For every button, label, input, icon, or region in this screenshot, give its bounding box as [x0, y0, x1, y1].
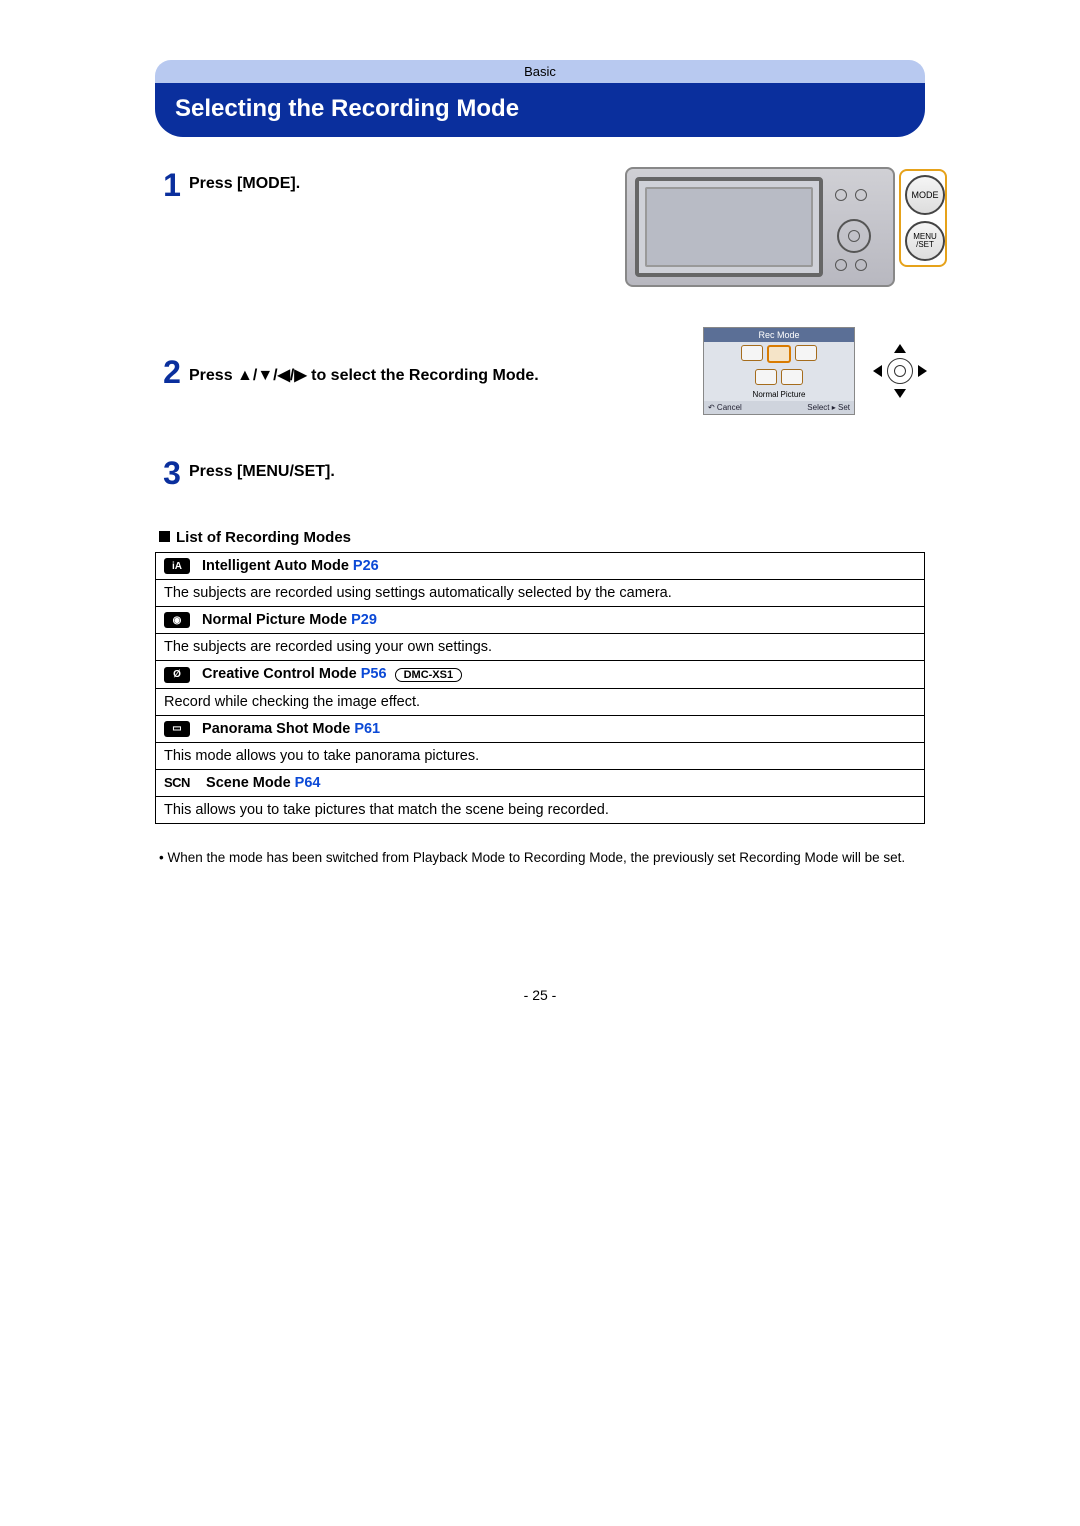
step-number: 2	[155, 354, 189, 388]
page-link[interactable]: P61	[354, 721, 380, 737]
mode-row-desc: This allows you to take pictures that ma…	[156, 796, 925, 823]
step-number: 3	[155, 455, 189, 489]
mode-row-header: SCN Scene Mode P64	[156, 769, 925, 796]
intelligent-auto-icon: iA	[164, 558, 190, 574]
screen-title: Rec Mode	[704, 328, 854, 342]
step-1: 1 Press [MODE]. MODE MENU /SET	[155, 167, 925, 287]
page-link[interactable]: P64	[295, 775, 321, 791]
mode-row-desc: This mode allows you to take panorama pi…	[156, 742, 925, 769]
panorama-icon: ▭	[164, 721, 190, 737]
device-badge: DMC-XS1	[395, 668, 463, 682]
rec-mode-screen-mock: Rec Mode Normal Picture ↶ Cancel Select …	[703, 327, 855, 415]
button-callout-highlight: MODE MENU /SET	[899, 169, 947, 267]
screen-cancel: ↶ Cancel	[708, 403, 742, 412]
mode-button-icon: MODE	[905, 175, 945, 215]
mode-row-desc: The subjects are recorded using settings…	[156, 580, 925, 607]
step-2: 2 Press ▲/▼/◀/▶ to select the Recording …	[155, 327, 925, 415]
screen-select: Select ▸ Set	[807, 403, 850, 412]
step-1-text: Press [MODE].	[189, 175, 300, 192]
square-bullet-icon	[159, 531, 170, 542]
scene-mode-icon: SCN	[164, 775, 196, 790]
footnote: • When the mode has been switched from P…	[155, 848, 925, 868]
mode-row-desc: Record while checking the image effect.	[156, 688, 925, 715]
normal-picture-icon: ◉	[164, 612, 190, 628]
page-link[interactable]: P29	[351, 612, 377, 628]
screen-caption: Normal Picture	[704, 388, 854, 401]
page-link[interactable]: P26	[353, 558, 379, 574]
mode-row-desc: The subjects are recorded using your own…	[156, 634, 925, 661]
step-number: 1	[155, 167, 189, 201]
step-3-text: Press [MENU/SET].	[189, 463, 335, 480]
mode-row-header: ◉ Normal Picture Mode P29	[156, 607, 925, 634]
dpad-icon	[875, 346, 925, 396]
creative-control-icon: Ø	[164, 667, 190, 683]
mode-row-header: Ø Creative Control Mode P56 DMC-XS1	[156, 661, 925, 688]
direction-arrows: ▲/▼/◀/▶	[237, 367, 307, 384]
page-link[interactable]: P56	[361, 666, 387, 682]
list-heading: List of Recording Modes	[159, 529, 925, 546]
recording-modes-table: iA Intelligent Auto Mode P26 The subject…	[155, 552, 925, 824]
step-3: 3 Press [MENU/SET].	[155, 455, 925, 489]
camera-illustration: MODE MENU /SET	[625, 167, 895, 287]
step-2-text: Press ▲/▼/◀/▶ to select the Recording Mo…	[189, 367, 539, 384]
page-title: Selecting the Recording Mode	[155, 83, 925, 137]
mode-row-header: ▭ Panorama Shot Mode P61	[156, 715, 925, 742]
menu-set-button-icon: MENU /SET	[905, 221, 945, 261]
page-number: - 25 -	[155, 987, 925, 1003]
mode-row-header: iA Intelligent Auto Mode P26	[156, 553, 925, 580]
section-chip: Basic	[155, 60, 925, 83]
